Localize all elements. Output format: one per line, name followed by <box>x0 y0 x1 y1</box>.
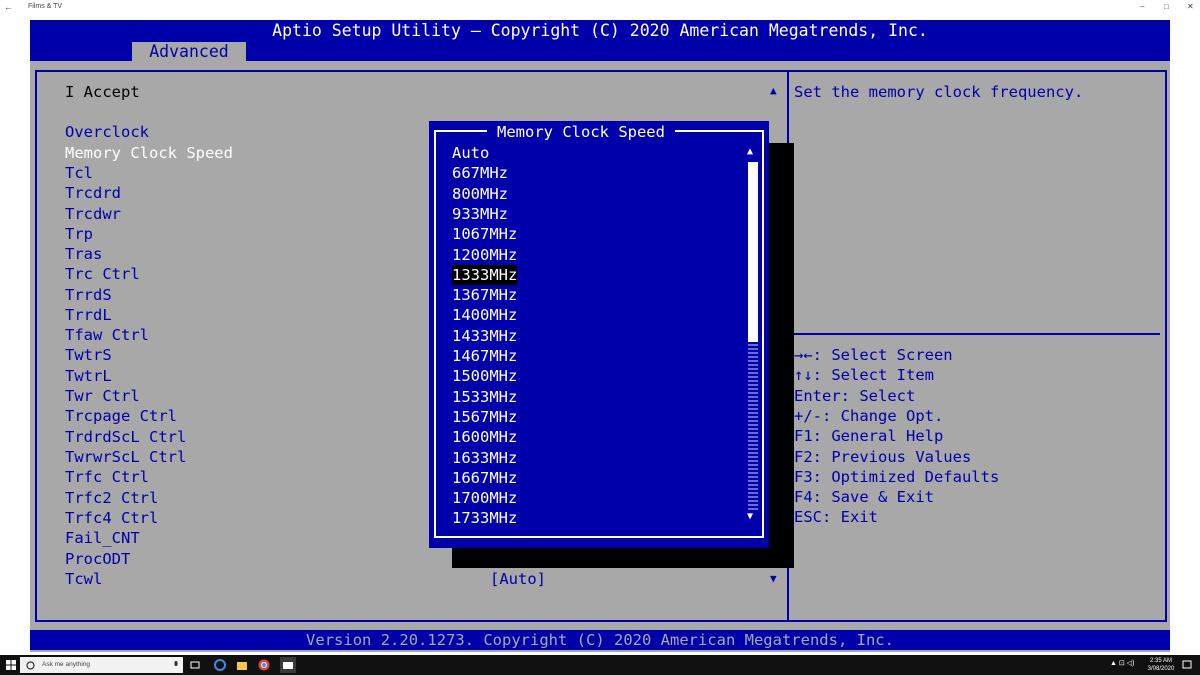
file-explorer-icon[interactable] <box>236 659 248 671</box>
i-accept-label: I Accept <box>65 83 140 101</box>
menu-item[interactable]: TrrdS <box>65 285 112 305</box>
close-icon[interactable]: ✕ <box>1187 0 1194 14</box>
popup-option[interactable]: 1700MHz <box>452 488 517 508</box>
menu-item[interactable]: Trcdwr <box>65 204 121 224</box>
scroll-up-icon[interactable]: ▲ <box>770 84 777 97</box>
menu-item[interactable]: TwtrS <box>65 345 112 365</box>
key-help-item: ↑↓: Select Item <box>794 366 934 385</box>
popup-option[interactable]: 1667MHz <box>452 468 517 488</box>
maximize-icon[interactable]: □ <box>1164 0 1169 14</box>
window-titlebar: ← Films & TV – □ ✕ <box>0 0 1200 14</box>
popup-option[interactable]: 1733MHz <box>452 508 517 528</box>
menu-item[interactable]: Trfc2 Ctrl <box>65 488 158 508</box>
popup-title: Memory Clock Speed <box>487 122 675 142</box>
menu-item[interactable]: Trfc4 Ctrl <box>65 508 158 528</box>
microphone-icon[interactable] <box>172 660 180 670</box>
tray-icons[interactable]: ▲ ⊡ ◁) <box>1110 659 1134 667</box>
films-tv-icon[interactable] <box>280 657 296 673</box>
popup-option[interactable]: 1400MHz <box>452 305 517 325</box>
popup-option-selected[interactable]: 1333MHz <box>452 264 518 285</box>
popup-scroll-down-icon[interactable]: ▼ <box>747 511 753 522</box>
popup-option[interactable]: 1533MHz <box>452 387 517 407</box>
task-view-icon[interactable] <box>190 660 200 670</box>
bios-header-title: Aptio Setup Utility – Copyright (C) 2020… <box>272 21 928 40</box>
popup-option[interactable]: 1500MHz <box>452 366 517 386</box>
help-text: Set the memory clock frequency. <box>794 83 1084 101</box>
window-title: Films & TV <box>28 3 63 10</box>
clock-date: 3/08/2020 <box>1147 666 1175 672</box>
key-help-item: F3: Optimized Defaults <box>794 467 1000 486</box>
tab-advanced[interactable]: Advanced <box>132 42 246 62</box>
popup-option[interactable]: 1467MHz <box>452 346 517 366</box>
popup-option[interactable]: 1567MHz <box>452 407 517 427</box>
menu-item[interactable]: Memory Clock Speed <box>65 143 233 163</box>
menu-item[interactable]: Tcl <box>65 163 93 183</box>
search-placeholder: Ask me anything <box>42 661 91 668</box>
edge-icon[interactable] <box>214 659 226 671</box>
menu-item[interactable]: Trc Ctrl <box>65 264 140 284</box>
menu-item[interactable]: Trcpage Ctrl <box>65 406 177 426</box>
key-help-item: ESC: Exit <box>794 508 878 527</box>
popup-scroll-up-icon[interactable]: ▲ <box>747 146 753 157</box>
menu-item[interactable]: Fail_CNT <box>65 528 140 548</box>
scroll-down-icon[interactable]: ▼ <box>770 572 777 585</box>
popup-option[interactable]: 1633MHz <box>452 448 517 468</box>
key-help-item: F4: Save & Exit <box>794 488 934 507</box>
clock[interactable]: 2:35 AM 3/08/2020 <box>1146 657 1176 673</box>
bios-footer: Version 2.20.1273. Copyright (C) 2020 Am… <box>30 630 1170 650</box>
help-divider <box>792 333 1160 335</box>
popup-option[interactable]: 667MHz <box>452 163 508 183</box>
key-help-item: +/-: Change Opt. <box>794 406 944 425</box>
bios-footer-text: Version 2.20.1273. Copyright (C) 2020 Am… <box>306 631 894 649</box>
tcwl-value[interactable]: [Auto] <box>490 569 546 589</box>
menu-item[interactable]: Twr Ctrl <box>65 386 140 406</box>
menu-item[interactable]: Tfaw Ctrl <box>65 325 149 345</box>
chrome-icon[interactable] <box>258 659 270 671</box>
back-arrow-icon[interactable]: ← <box>4 0 13 14</box>
key-help-item: F1: General Help <box>794 427 944 446</box>
windows-start-icon[interactable] <box>6 660 16 670</box>
popup-option[interactable]: 1600MHz <box>452 427 517 447</box>
popup-option[interactable]: 933MHz <box>452 204 508 224</box>
menu-item[interactable]: TrrdL <box>65 305 112 325</box>
popup-option[interactable]: 1367MHz <box>452 285 517 305</box>
menu-item[interactable]: Overclock <box>65 122 149 142</box>
menu-item[interactable]: TrdrdScL Ctrl <box>65 427 186 447</box>
clock-time: 2:35 AM <box>1149 658 1172 664</box>
popup-option[interactable]: 1433MHz <box>452 326 517 346</box>
key-help-item: →←: Select Screen <box>794 346 953 364</box>
popup-option[interactable]: 1067MHz <box>452 224 517 244</box>
popup-option[interactable]: Auto <box>452 143 489 163</box>
minimize-icon[interactable]: – <box>1140 0 1144 14</box>
menu-item[interactable]: Trcdrd <box>65 183 121 203</box>
popup-option[interactable]: 800MHz <box>452 184 508 204</box>
menu-item[interactable]: Trp <box>65 224 93 244</box>
menu-item[interactable]: TwrwrScL Ctrl <box>65 447 186 467</box>
menu-item[interactable]: ProcODT <box>65 549 130 569</box>
cortana-icon <box>26 661 35 670</box>
menu-item[interactable]: Trfc Ctrl <box>65 467 149 487</box>
popup-scrollbar-thumb[interactable] <box>748 162 758 342</box>
key-help-item: F2: Previous Values <box>794 447 972 466</box>
key-help-item: Enter: Select <box>794 386 916 405</box>
menu-item[interactable]: TwtrL <box>65 366 112 386</box>
popup-option[interactable]: 1200MHz <box>452 245 517 265</box>
menu-item[interactable]: Tcwl <box>65 569 102 589</box>
menu-item[interactable]: Tras <box>65 244 102 264</box>
notification-icon[interactable] <box>1182 660 1192 670</box>
